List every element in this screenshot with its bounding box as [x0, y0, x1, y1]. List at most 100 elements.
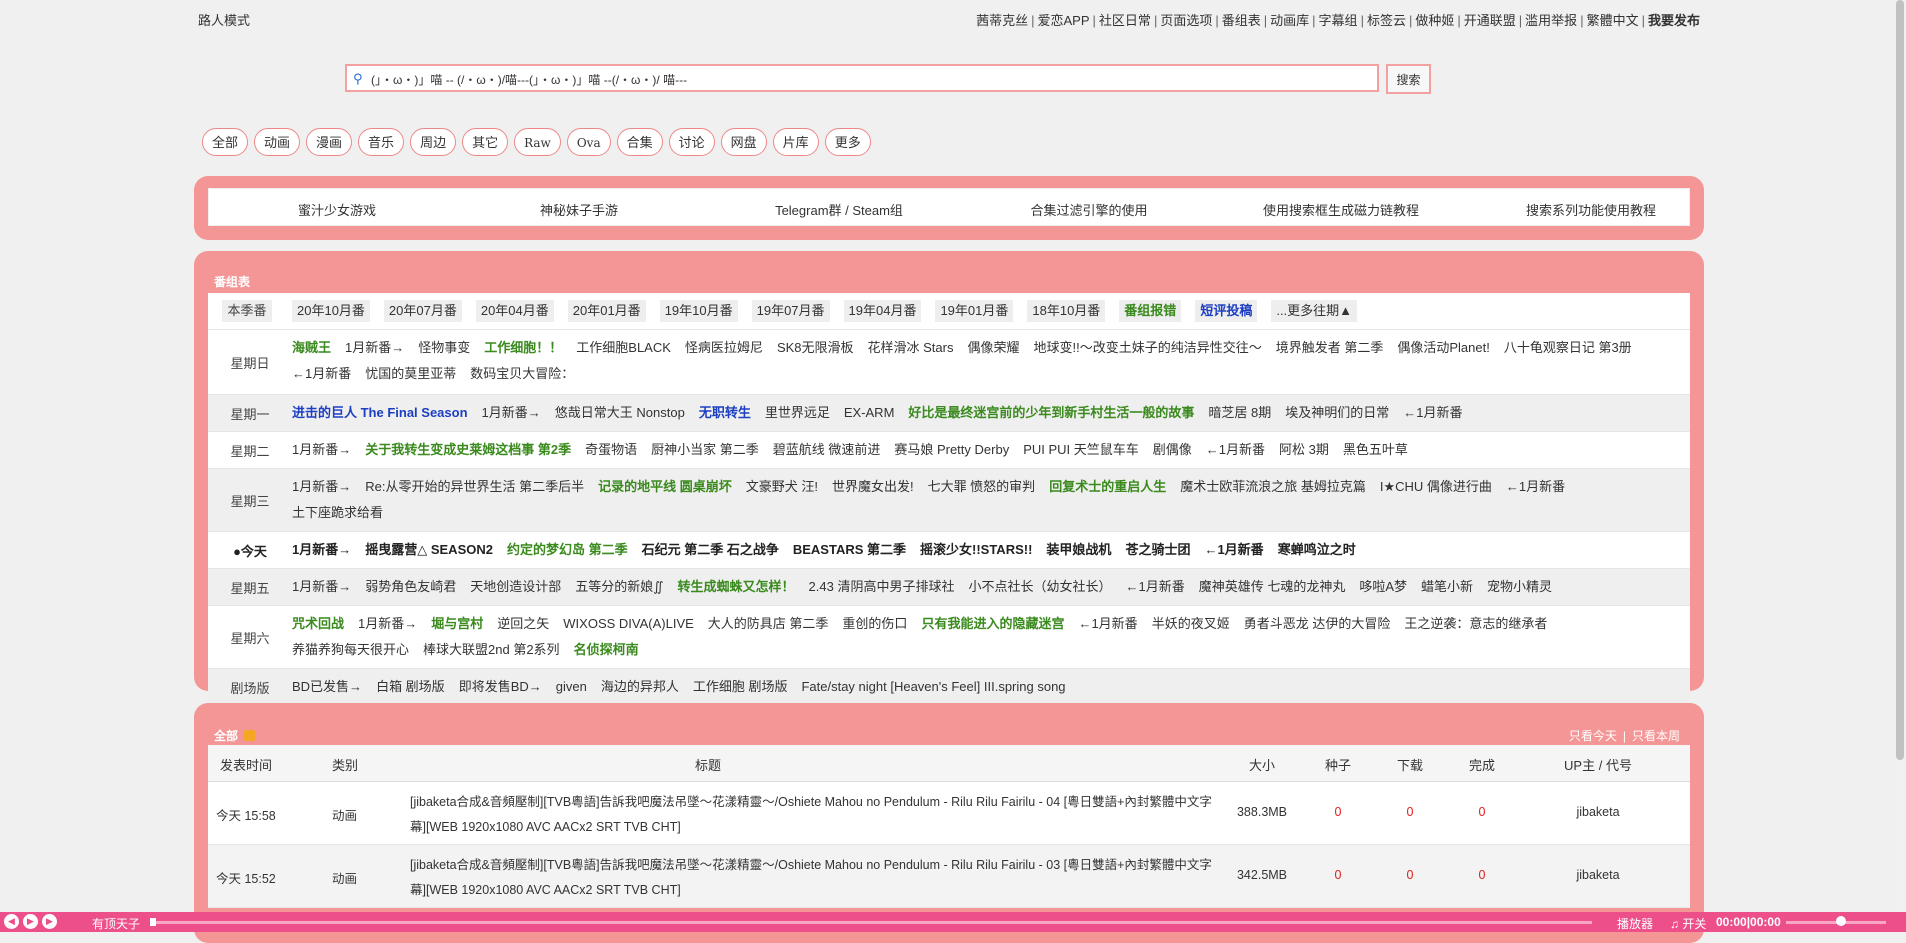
anime-link[interactable]: 怪物事变 [418, 340, 470, 355]
anime-link[interactable]: ←1月新番 [292, 366, 351, 381]
anime-link[interactable]: ←1月新番 [1125, 579, 1184, 594]
anime-link[interactable]: EX-ARM [844, 405, 895, 420]
anime-link[interactable]: 赛马娘 Pretty Derby [894, 442, 1009, 457]
column-header[interactable]: 标题 [358, 755, 1058, 774]
anime-link[interactable]: 七大罪 愤怒的审判 [928, 479, 1036, 494]
more-seasons-button[interactable]: ...更多往期▲ [1271, 300, 1358, 322]
season-tab[interactable]: 20年10月番 [292, 300, 370, 322]
anime-link[interactable]: PUI PUI 天竺鼠车车 [1023, 442, 1139, 457]
anime-link[interactable]: 勇者斗恶龙 达伊的大冒险 [1244, 616, 1391, 631]
column-header[interactable]: 大小 [1222, 755, 1302, 774]
anime-link[interactable]: 进击的巨人 The Final Season [292, 405, 468, 420]
quick-link[interactable]: 合集过滤引擎的使用 [1030, 200, 1147, 219]
anime-link[interactable]: 碧蓝航线 微速前进 [773, 442, 881, 457]
category-button[interactable]: 更多 [824, 128, 871, 156]
anime-link[interactable]: Fate/stay night [Heaven's Feel] III.spri… [801, 679, 1065, 694]
anime-link[interactable]: 大人的防具店 第二季 [708, 616, 829, 631]
anime-link[interactable]: 悠哉日常大王 Nonstop [555, 405, 685, 420]
anime-link[interactable]: 1月新番→ [482, 405, 541, 420]
anime-link[interactable]: 天地创造设计部 [470, 579, 561, 594]
next-icon[interactable]: ▶ [42, 914, 57, 929]
anime-link[interactable]: 弱势角色友崎君 [365, 579, 456, 594]
anime-link[interactable]: 苍之骑士团 [1125, 542, 1190, 557]
anime-link[interactable]: 名侦探柯南 [574, 642, 639, 657]
anime-link[interactable]: given [556, 679, 587, 694]
player-toggle[interactable]: ♫ 开关 [1670, 915, 1706, 932]
scrollbar-thumb[interactable] [1896, 0, 1904, 760]
top-nav-link[interactable]: 茜蒂克丝 [976, 13, 1028, 28]
row-category[interactable]: 动画 [332, 805, 357, 824]
anime-link[interactable]: 怪病医拉姆尼 [685, 340, 763, 355]
anime-link[interactable]: 重创的伤口 [842, 616, 907, 631]
quick-link[interactable]: Telegram群 / Steam组 [775, 200, 903, 219]
anime-link[interactable]: 厨神小当家 第二季 [651, 442, 759, 457]
anime-link[interactable]: 即将发售BD→ [459, 679, 542, 694]
anime-link[interactable]: ←1月新番 [1078, 616, 1137, 631]
category-button[interactable]: 片库 [772, 128, 819, 156]
quick-link[interactable]: 搜索系列功能使用教程 [1526, 200, 1656, 219]
page-scrollbar[interactable] [1894, 0, 1906, 932]
season-tab[interactable]: 20年04月番 [475, 300, 554, 322]
anime-link[interactable]: 转生成蜘蛛又怎样！ [678, 579, 795, 594]
anime-link[interactable]: 装甲娘战机 [1046, 542, 1111, 557]
report-error-link[interactable]: 番组报错 [1119, 300, 1182, 322]
anime-link[interactable]: 蜡笔小新 [1421, 579, 1473, 594]
anime-link[interactable]: 剧偶像 [1153, 442, 1192, 457]
anime-link[interactable]: 逆回之矢 [497, 616, 549, 631]
anime-link[interactable]: 好比是最终迷宫前的少年到新手村生活一般的故事 [908, 405, 1194, 420]
top-nav-link[interactable]: 我要发布 [1648, 13, 1700, 28]
anime-link[interactable]: 黑色五叶草 [1343, 442, 1408, 457]
anime-link[interactable]: I★CHU 偶像进行曲 [1380, 479, 1492, 494]
column-header[interactable]: 种子 [1308, 755, 1368, 774]
anime-link[interactable]: 工作细胞 剧场版 [693, 679, 788, 694]
quick-link[interactable]: 蜜汁少女游戏 [298, 200, 376, 219]
anime-link[interactable]: 1月新番→ [345, 340, 404, 355]
anime-link[interactable]: 养猫养狗每天很开心 [292, 642, 409, 657]
anime-link[interactable]: 哆啦A梦 [1359, 579, 1407, 594]
player-toggle-label[interactable]: 开关 [1682, 917, 1706, 931]
anime-link[interactable]: 石纪元 第二季 石之战争 [642, 542, 779, 557]
anime-link[interactable]: 魔术士欧菲流浪之旅 基姆拉克篇 [1180, 479, 1366, 494]
anime-link[interactable]: 数码宝贝大冒险： [470, 366, 574, 381]
anime-link[interactable]: 记录的地平线 圆桌崩坏 [598, 479, 732, 494]
season-tab[interactable]: 19年04月番 [843, 300, 922, 322]
top-nav-link[interactable]: 社区日常 [1099, 13, 1151, 28]
anime-link[interactable]: SK8无限滑板 [777, 340, 854, 355]
column-header[interactable]: 下载 [1380, 755, 1440, 774]
anime-link[interactable]: 无职转生 [699, 405, 751, 420]
anime-link[interactable]: 1月新番→ [292, 579, 351, 594]
anime-link[interactable]: 1月新番→ [358, 616, 417, 631]
anime-link[interactable]: 暗芝居 8期 [1208, 405, 1271, 420]
anime-link[interactable]: 约定的梦幻岛 第二季 [507, 542, 628, 557]
anime-link[interactable]: ←1月新番 [1206, 442, 1265, 457]
anime-link[interactable]: 阿松 3期 [1279, 442, 1329, 457]
season-tab[interactable]: 20年07月番 [383, 300, 462, 322]
anime-link[interactable]: 海贼王 [292, 340, 331, 355]
anime-link[interactable]: ←1月新番 [1403, 405, 1462, 420]
anime-link[interactable]: 棒球大联盟2nd 第2系列 [423, 642, 560, 657]
list-title-text[interactable]: 全部 [214, 729, 238, 743]
column-header[interactable]: UP主 / 代号 [1518, 755, 1678, 774]
top-nav-link[interactable]: 字幕组 [1319, 13, 1358, 28]
top-nav-link[interactable]: 繁體中文 [1587, 13, 1639, 28]
volume-handle[interactable] [1836, 916, 1846, 926]
anime-link[interactable]: 文豪野犬 汪! [746, 479, 818, 494]
progress-handle[interactable] [150, 918, 156, 926]
anime-link[interactable]: 工作细胞BLACK [576, 340, 671, 355]
anime-link[interactable]: BEASTARS 第二季 [793, 542, 906, 557]
anime-link[interactable]: 白箱 剧场版 [376, 679, 445, 694]
anime-link[interactable]: 摇滚少女!!STARS!! [920, 542, 1032, 557]
search-input[interactable] [369, 68, 1373, 90]
top-nav-link[interactable]: 动画库 [1270, 13, 1309, 28]
category-button[interactable]: 漫画 [306, 128, 353, 156]
anime-link[interactable]: 工作细胞！！ [484, 340, 562, 355]
row-uploader[interactable]: jibaketa [1518, 868, 1678, 882]
filter-week-link[interactable]: 只看本周 [1632, 729, 1680, 743]
anime-link[interactable]: 里世界远足 [765, 405, 830, 420]
season-tab[interactable]: 19年10月番 [659, 300, 738, 322]
anime-link[interactable]: ←1月新番 [1506, 479, 1565, 494]
season-tab[interactable]: 19年07月番 [751, 300, 830, 322]
season-tab[interactable]: 18年10月番 [1027, 300, 1106, 322]
anime-link[interactable]: BD已发售→ [292, 679, 362, 694]
row-uploader[interactable]: jibaketa [1518, 805, 1678, 819]
